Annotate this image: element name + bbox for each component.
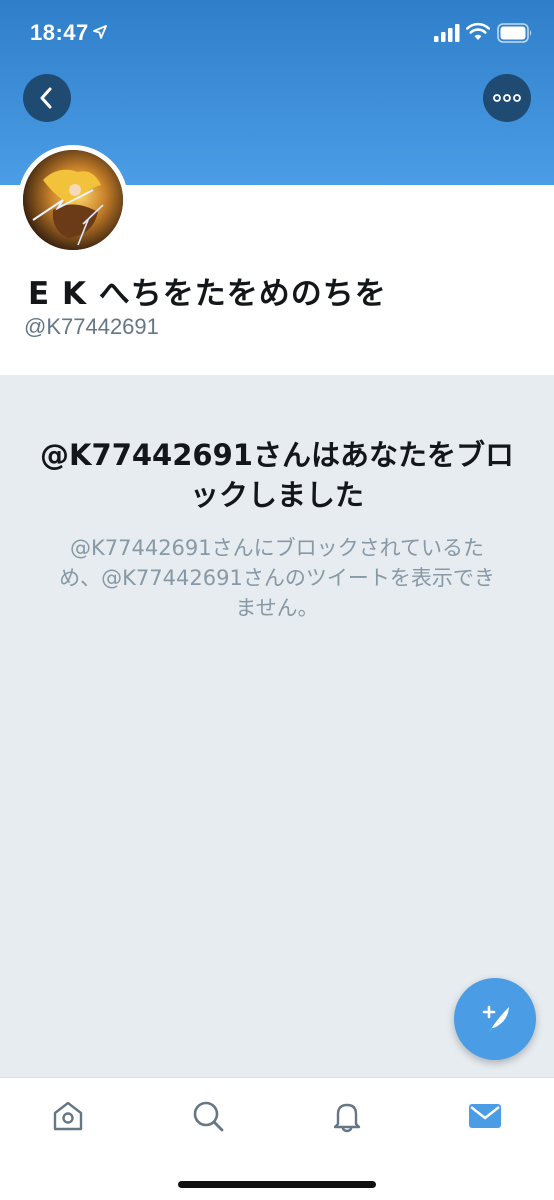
tab-messages[interactable]: [455, 1094, 515, 1138]
wifi-icon: [466, 22, 490, 40]
avatar-image: [23, 150, 123, 250]
status-time: 18:47: [30, 20, 89, 45]
back-button[interactable]: [23, 74, 71, 122]
mail-icon: [469, 1104, 501, 1128]
tab-search[interactable]: [178, 1094, 238, 1138]
blocked-notice-title: @K77442691さんはあなたをブロックしました: [40, 438, 514, 512]
location-arrow-icon: [93, 25, 107, 39]
cellular-signal-icon: [434, 24, 460, 42]
more-dots-icon: [493, 94, 521, 102]
home-icon: [53, 1101, 83, 1131]
tab-notifications[interactable]: [317, 1094, 377, 1138]
profile-display-name: E K へちをたをめのちを: [28, 276, 387, 312]
blocked-notice-description: @K77442691さんにブロックされているため、@K77442691さんのツイ…: [59, 536, 495, 620]
compose-tweet-icon: [482, 1005, 509, 1033]
home-indicator: [178, 1181, 376, 1188]
status-bar: 18:47: [0, 0, 554, 70]
avatar[interactable]: [18, 145, 128, 255]
more-options-button[interactable]: [483, 74, 531, 122]
tab-home[interactable]: [38, 1094, 98, 1138]
profile-handle: @K77442691: [24, 314, 159, 339]
back-arrow-icon: [40, 87, 52, 109]
battery-icon: [497, 23, 532, 43]
search-icon: [193, 1101, 224, 1132]
compose-tweet-button[interactable]: [454, 978, 536, 1060]
bell-icon: [333, 1103, 361, 1133]
